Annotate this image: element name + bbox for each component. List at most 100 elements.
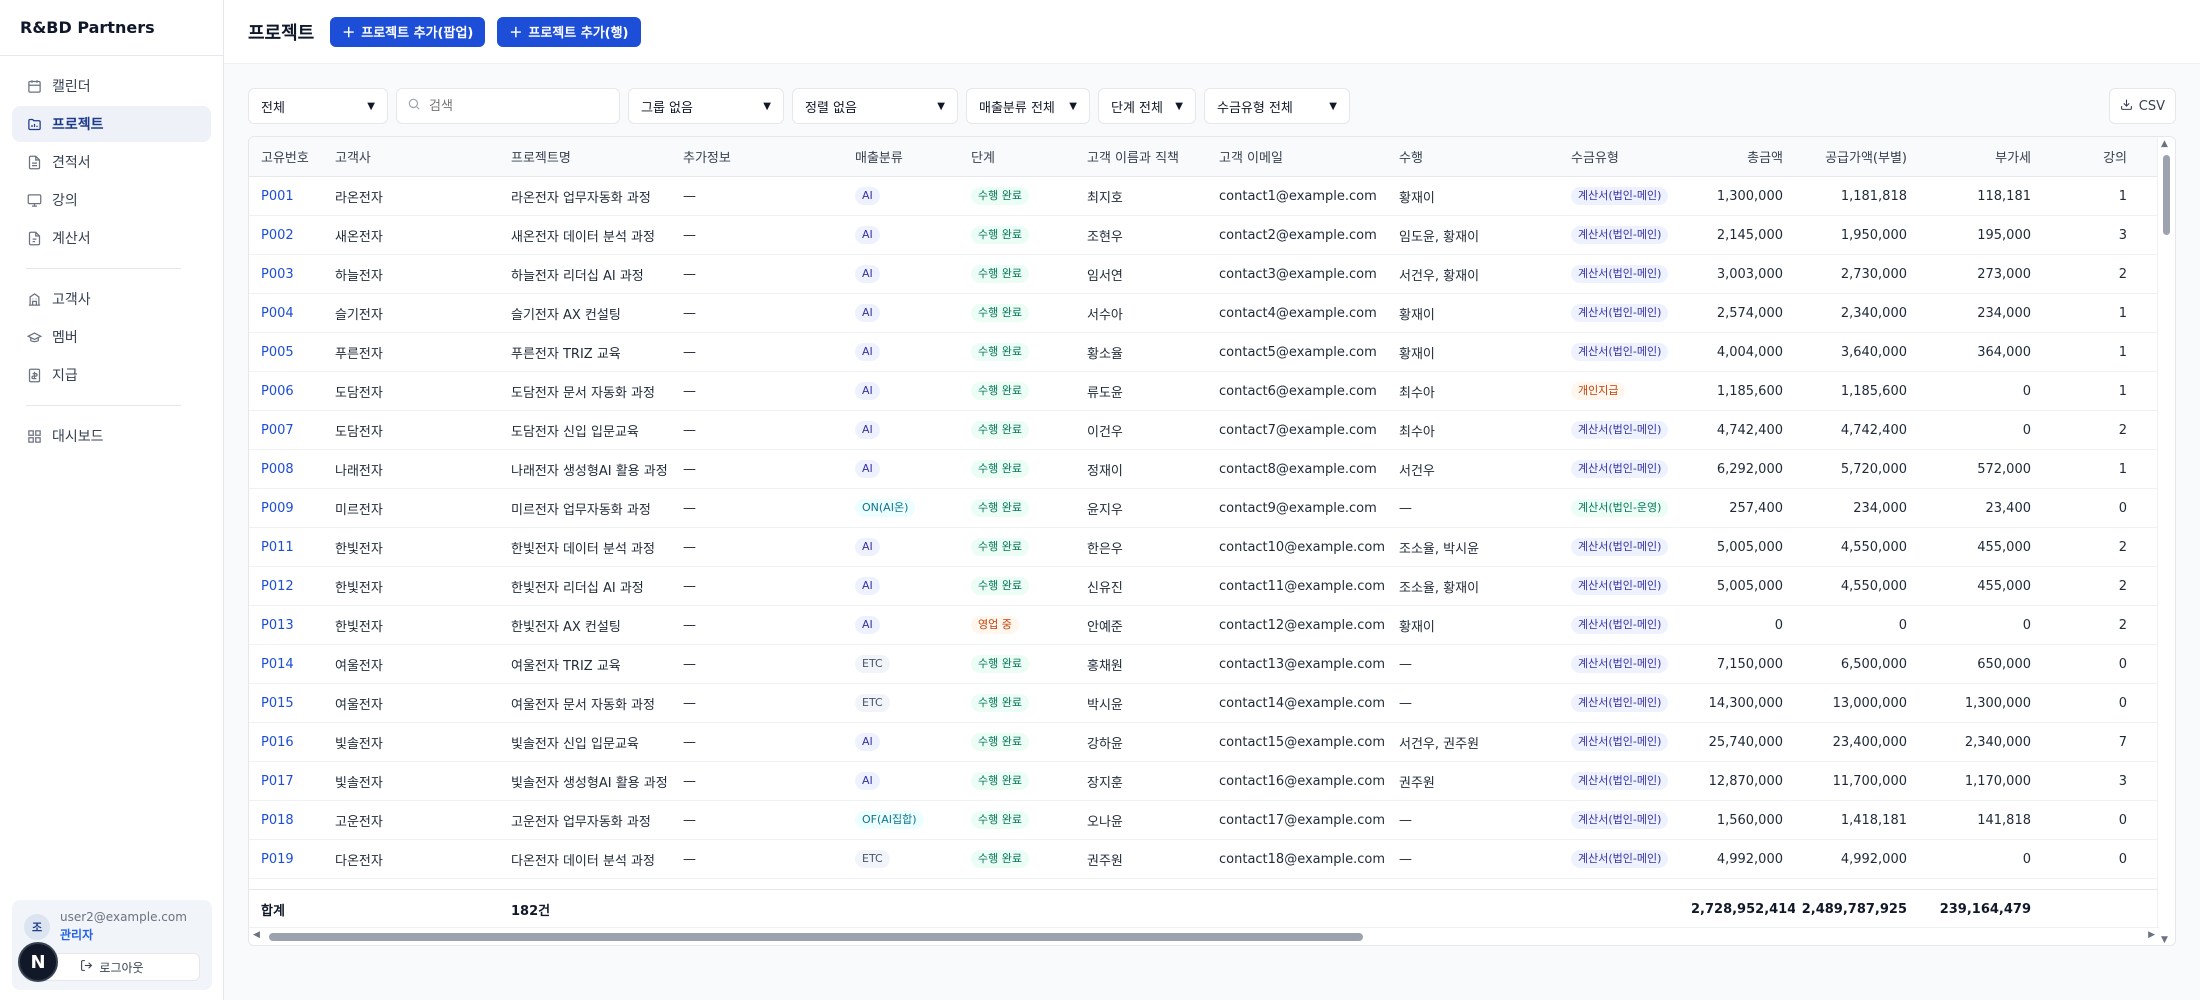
col-supply: 4,550,000 xyxy=(1840,539,1907,555)
project-id-link[interactable]: P016 xyxy=(261,735,294,750)
table-row[interactable]: P007 도담전자 도담전자 신입 입문교육 — AI 수행 완료 이건우 contact7@… xyxy=(249,411,2159,450)
search-input[interactable] xyxy=(429,98,599,114)
table-row[interactable]: P004 슬기전자 슬기전자 AX 컨설팅 — AI 수행 완료 서수아 contact4@e… xyxy=(249,294,2159,333)
header-col-total[interactable]: 총금액 xyxy=(1691,147,1795,166)
scroll-up-icon[interactable]: ▲ xyxy=(2161,139,2168,149)
payment-badge: 계산서(법인-메인) xyxy=(1571,616,1669,634)
vertical-scrollbar[interactable]: ▲ ▼ xyxy=(2157,137,2175,945)
brand-logo[interactable]: R&BD Partners xyxy=(0,0,223,56)
col-email: contact4@example.com xyxy=(1219,305,1377,321)
scroll-left-icon[interactable]: ◀ xyxy=(253,930,260,940)
project-id-link[interactable]: P008 xyxy=(261,462,294,477)
table-row[interactable]: P018 고운전자 고운전자 업무자동화 과정 — OF(AI집합) 수행 완료 오나윤 co… xyxy=(249,801,2159,840)
sidebar-item-calendar[interactable]: 캘린더 xyxy=(12,68,211,104)
payment-badge: 계산서(법인-메인) xyxy=(1571,421,1669,439)
col-performer: 황재이 xyxy=(1399,307,1435,323)
payment-badge: 계산서(법인-메인) xyxy=(1571,772,1669,790)
header-col-vat[interactable]: 부가세 xyxy=(1919,147,2043,166)
project-id-link[interactable]: P015 xyxy=(261,696,294,711)
group-select[interactable]: 그룹 없음 ▼ xyxy=(628,88,784,124)
col-email: contact12@example.com xyxy=(1219,617,1386,633)
col-project: 한빛전자 데이터 분석 과정 xyxy=(511,541,655,557)
header-col-revenue[interactable]: 매출분류 xyxy=(843,147,959,166)
table-row[interactable]: P006 도담전자 도담전자 문서 자동화 과정 — AI 수행 완료 류도윤 contact… xyxy=(249,372,2159,411)
scope-select[interactable]: 전체 ▼ xyxy=(248,88,388,124)
scroll-down-icon[interactable]: ▼ xyxy=(2161,935,2168,945)
project-id-link[interactable]: P017 xyxy=(261,774,294,789)
sidebar-item-projects[interactable]: 프로젝트 xyxy=(12,106,211,142)
table-row[interactable]: P001 라온전자 라온전자 업무자동화 과정 — AI 수행 완료 최지호 contact1… xyxy=(249,177,2159,216)
project-id-link[interactable]: P011 xyxy=(261,540,294,555)
header-col-payment[interactable]: 수금유형 xyxy=(1559,147,1691,166)
table-row[interactable]: P008 나래전자 나래전자 생성형AI 활용 과정 — AI 수행 완료 정재이 conta… xyxy=(249,450,2159,489)
col-extra: — xyxy=(683,305,696,321)
table-row[interactable]: P016 빛솔전자 빛솔전자 신입 입문교육 — AI 수행 완료 강하윤 contact15… xyxy=(249,723,2159,762)
project-id-link[interactable]: P019 xyxy=(261,852,294,867)
sidebar-item-invoices[interactable]: 계산서 xyxy=(12,220,211,256)
header-col-contact[interactable]: 고객 이름과 직책 xyxy=(1075,147,1207,166)
table-row[interactable]: P015 여울전자 여울전자 문서 자동화 과정 — ETC 수행 완료 박시윤 contac… xyxy=(249,684,2159,723)
project-id-link[interactable]: P001 xyxy=(261,189,294,204)
header-col-project[interactable]: 프로젝트명 xyxy=(499,147,671,166)
header-col-stage[interactable]: 단계 xyxy=(959,147,1075,166)
stage-filter-select[interactable]: 단계 전체 ▼ xyxy=(1098,88,1196,124)
project-id-link[interactable]: P013 xyxy=(261,618,294,633)
header-col-lectures[interactable]: 강의 xyxy=(2043,147,2139,166)
horizontal-scroll-thumb[interactable] xyxy=(269,933,1363,941)
header-col-client[interactable]: 고객사 xyxy=(323,147,499,166)
table-row[interactable]: P014 여울전자 여울전자 TRIZ 교육 — ETC 수행 완료 홍채원 contact1… xyxy=(249,645,2159,684)
sort-select[interactable]: 정렬 없음 ▼ xyxy=(792,88,958,124)
sidebar-item-payments[interactable]: 지급 xyxy=(12,357,211,393)
sidebar-item-quotes[interactable]: 견적서 xyxy=(12,144,211,180)
table-row[interactable]: P019 다온전자 다온전자 데이터 분석 과정 — ETC 수행 완료 권주원 contac… xyxy=(249,840,2159,879)
header-col-id[interactable]: 고유번호 xyxy=(249,147,323,166)
project-id-link[interactable]: P005 xyxy=(261,345,294,360)
table-row[interactable]: P002 새온전자 새온전자 데이터 분석 과정 — AI 수행 완료 조현우 contact… xyxy=(249,216,2159,255)
sidebar-item-dashboard[interactable]: 대시보드 xyxy=(12,418,211,454)
table-row[interactable]: P005 푸른전자 푸른전자 TRIZ 교육 — AI 수행 완료 황소율 contact5@… xyxy=(249,333,2159,372)
col-vat: 118,181 xyxy=(1977,188,2031,204)
stage-badge: 수행 완료 xyxy=(971,577,1029,595)
header-col-extra[interactable]: 추가정보 xyxy=(671,147,843,166)
table-row[interactable]: P013 한빛전자 한빛전자 AX 컨설팅 — AI 영업 중 안예준 contact12@e… xyxy=(249,606,2159,645)
col-extra: — xyxy=(683,812,696,828)
project-id-link[interactable]: P014 xyxy=(261,657,294,672)
project-id-link[interactable]: P018 xyxy=(261,813,294,828)
nextjs-dev-badge[interactable]: N xyxy=(18,942,58,982)
col-lectures: 2 xyxy=(2118,266,2127,282)
project-id-link[interactable]: P007 xyxy=(261,423,294,438)
payment-badge: 계산서(법인-메인) xyxy=(1571,304,1669,322)
add-project-popup-button[interactable]: ＋ 프로젝트 추가(팝업) xyxy=(330,16,486,47)
project-id-link[interactable]: P012 xyxy=(261,579,294,594)
add-project-row-button[interactable]: ＋ 프로젝트 추가(행) xyxy=(497,16,641,47)
col-lectures: 7 xyxy=(2118,734,2127,750)
sidebar-item-members[interactable]: 멤버 xyxy=(12,319,211,355)
scroll-right-icon[interactable]: ▶ xyxy=(2148,930,2155,940)
table-row[interactable]: P003 하늘전자 하늘전자 리더십 AI 과정 — AI 수행 완료 임서연 contact… xyxy=(249,255,2159,294)
header-col-performer[interactable]: 수행 xyxy=(1387,147,1559,166)
sidebar-item-lectures[interactable]: 강의 xyxy=(12,182,211,218)
col-performer: — xyxy=(1399,695,1412,711)
payment-badge: 개인지급 xyxy=(1571,382,1626,400)
table-row[interactable]: P011 한빛전자 한빛전자 데이터 분석 과정 — AI 수행 완료 한은우 contact… xyxy=(249,528,2159,567)
sidebar-nav: 캘린더 프로젝트 견적서 강의 계산서고객사 멤버 지급대시보드 xyxy=(0,56,223,454)
table-row[interactable]: P009 미르전자 미르전자 업무자동화 과정 — ON(AI온) 수행 완료 윤지우 con… xyxy=(249,489,2159,528)
project-id-link[interactable]: P006 xyxy=(261,384,294,399)
payment-filter-select[interactable]: 수금유형 전체 ▼ xyxy=(1204,88,1350,124)
col-stage: 수행 완료 xyxy=(959,187,1075,205)
vertical-scroll-thumb[interactable] xyxy=(2163,155,2170,235)
csv-export-button[interactable]: CSV xyxy=(2108,88,2176,124)
search-box[interactable] xyxy=(396,88,620,124)
table-row[interactable]: P012 한빛전자 한빛전자 리더십 AI 과정 — AI 수행 완료 신유진 contact… xyxy=(249,567,2159,606)
horizontal-scrollbar[interactable]: ◀ ▶ xyxy=(249,927,2159,945)
col-total: 2,574,000 xyxy=(1716,305,1783,321)
sidebar-item-clients[interactable]: 고객사 xyxy=(12,281,211,317)
project-id-link[interactable]: P004 xyxy=(261,306,294,321)
project-id-link[interactable]: P009 xyxy=(261,501,294,516)
header-col-email[interactable]: 고객 이메일 xyxy=(1207,147,1387,166)
header-col-supply[interactable]: 공급가액(부별) xyxy=(1795,147,1919,166)
table-row[interactable]: P017 빛솔전자 빛솔전자 생성형AI 활용 과정 — AI 수행 완료 장지훈 conta… xyxy=(249,762,2159,801)
revenue-filter-select[interactable]: 매출분류 전체 ▼ xyxy=(966,88,1090,124)
project-id-link[interactable]: P003 xyxy=(261,267,294,282)
project-id-link[interactable]: P002 xyxy=(261,228,294,243)
